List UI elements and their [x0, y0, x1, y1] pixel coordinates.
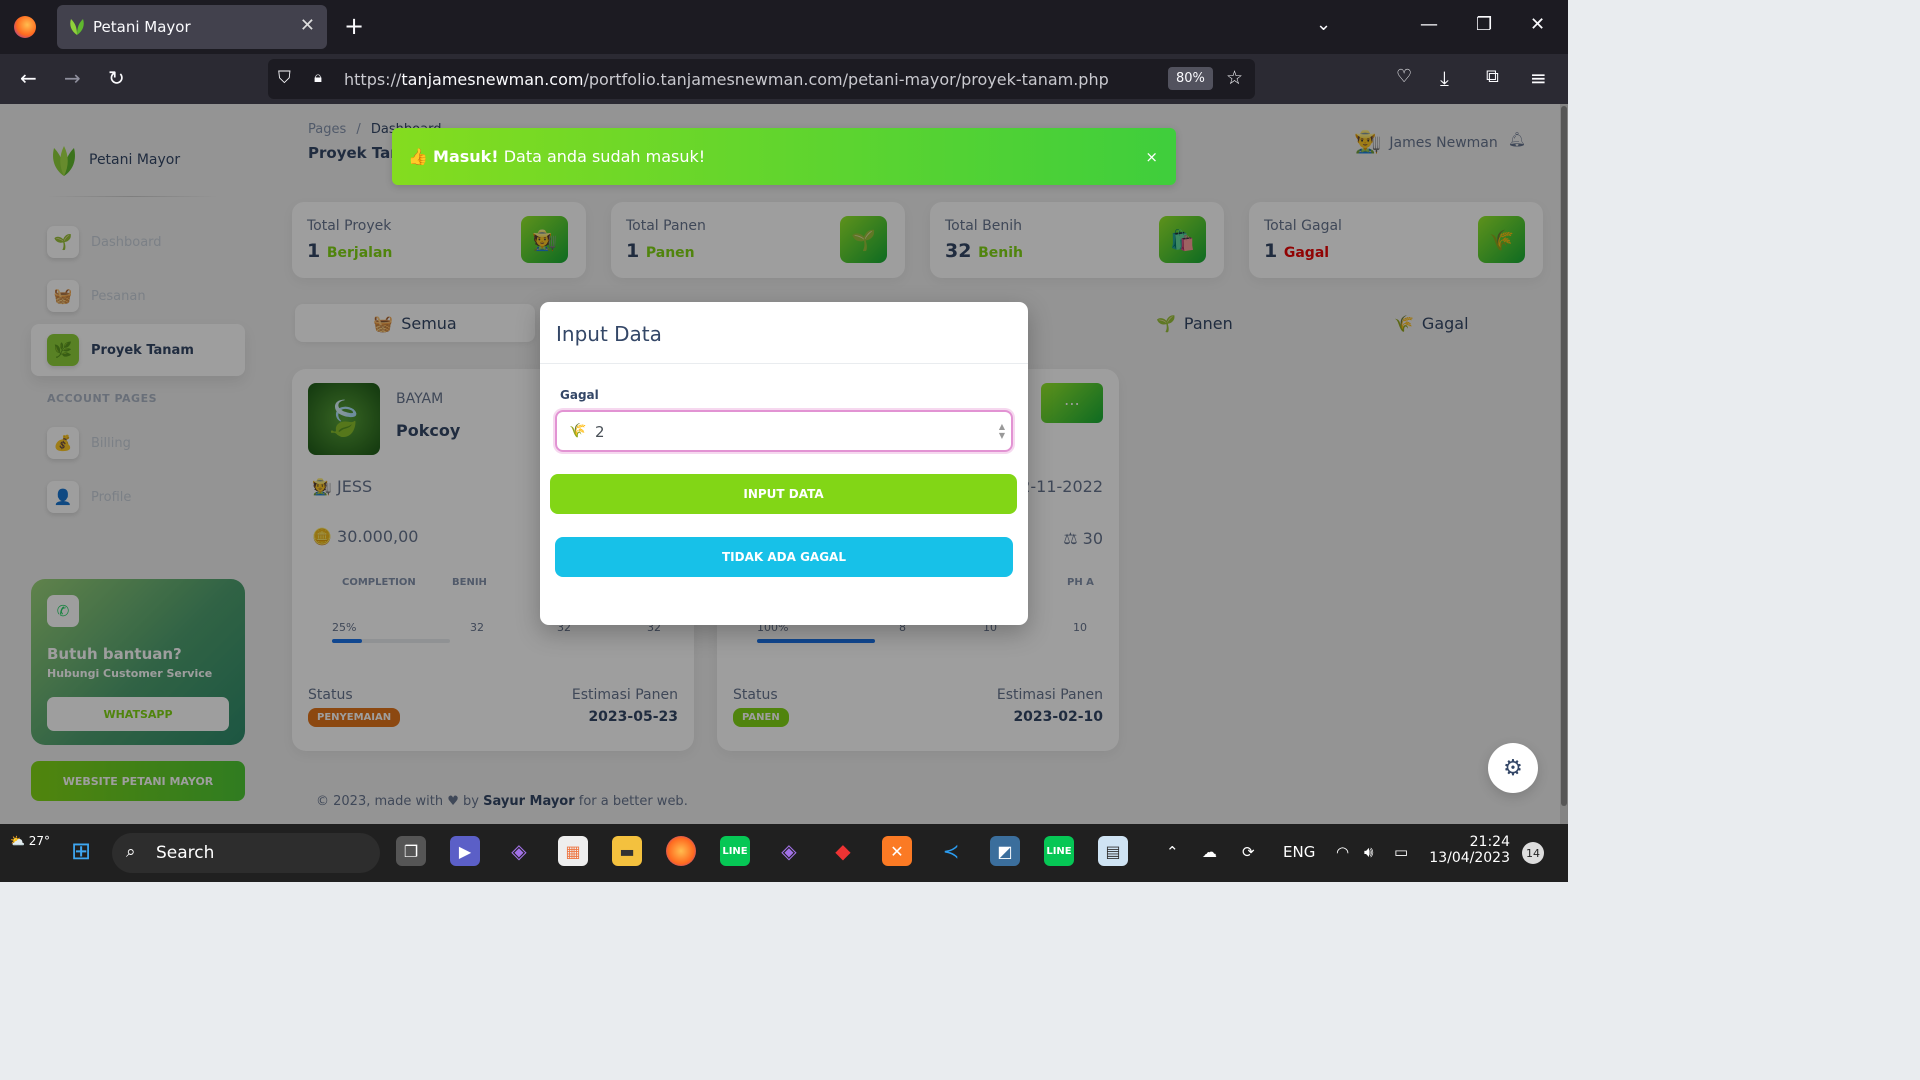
- tidak-ada-gagal-button[interactable]: TIDAK ADA GAGAL: [555, 537, 1013, 577]
- wifi-icon[interactable]: ◠: [1336, 843, 1349, 861]
- language-indicator[interactable]: ENG: [1283, 843, 1315, 861]
- show-hidden-icons-icon[interactable]: ⌃: [1166, 843, 1179, 861]
- gagal-number-input[interactable]: 🌾 2 ▲ ▼: [555, 410, 1013, 452]
- app-viewport: Petani Mayor 🌱 Dashboard 🧺 Pesanan 🌿 Pro…: [0, 104, 1568, 824]
- input-modal: Input Data Gagal 🌾 2 ▲ ▼ INPUT DATA TIDAK…: [540, 302, 1028, 625]
- wheat-icon: 🌾: [569, 423, 587, 439]
- extensions-icon[interactable]: ⧉: [1486, 66, 1499, 87]
- thumbs-up-icon: 👍: [408, 147, 428, 166]
- browser-tab-bar: Petani Mayor ✕ + ⌄ — ❐ ✕: [0, 0, 1568, 54]
- visual-studio-icon[interactable]: ◈: [504, 836, 534, 866]
- field-label: Gagal: [560, 388, 599, 402]
- list-tabs-icon[interactable]: ⌄: [1316, 14, 1331, 35]
- url-bar[interactable]: ⛉ 🔒︎ https://tanjamesnewman.com/portfoli…: [268, 59, 1255, 99]
- tab-title: Petani Mayor: [93, 18, 191, 36]
- clock[interactable]: 21:24 13/04/2023: [1428, 834, 1510, 866]
- browser-navbar: ← → ↻ ⛉ 🔒︎ https://tanjamesnewman.com/po…: [0, 54, 1568, 104]
- forward-icon[interactable]: →: [64, 66, 81, 90]
- reload-icon[interactable]: ↻: [108, 66, 125, 90]
- restore-icon[interactable]: ❐: [1476, 14, 1492, 35]
- file-explorer-icon[interactable]: ▬: [612, 836, 642, 866]
- paint-icon[interactable]: ▤: [1098, 836, 1128, 866]
- battery-icon[interactable]: ▭: [1394, 843, 1408, 861]
- browser-tab[interactable]: Petani Mayor ✕: [57, 5, 327, 49]
- onedrive-icon[interactable]: ☁: [1202, 843, 1217, 861]
- search-icon: ⌕: [126, 842, 136, 862]
- vscode-icon[interactable]: ≺: [936, 836, 966, 866]
- git-icon[interactable]: ◆: [828, 836, 858, 866]
- line-icon[interactable]: LINE: [720, 836, 750, 866]
- bookmark-star-icon[interactable]: ☆: [1226, 67, 1243, 89]
- line-icon[interactable]: LINE: [1044, 836, 1074, 866]
- alert-title: Masuk!: [433, 147, 499, 166]
- visual-studio-icon[interactable]: ◈: [774, 836, 804, 866]
- task-view-icon[interactable]: ❐: [396, 836, 426, 866]
- lock-icon[interactable]: 🔒︎: [314, 68, 322, 86]
- store-icon[interactable]: ▦: [558, 836, 588, 866]
- notification-count[interactable]: 14: [1522, 842, 1544, 864]
- alert-close-icon[interactable]: ×: [1145, 148, 1158, 166]
- new-tab-icon[interactable]: +: [344, 12, 364, 40]
- pocket-icon[interactable]: ♡: [1396, 66, 1412, 87]
- sync-icon[interactable]: ⟳: [1242, 843, 1255, 861]
- alert-message: Data anda sudah masuk!: [503, 147, 706, 166]
- success-alert: 👍 Masuk! Data anda sudah masuk! ×: [392, 128, 1176, 185]
- minimize-icon[interactable]: —: [1420, 14, 1438, 35]
- weather-widget[interactable]: ⛅ 27°: [10, 834, 50, 848]
- settings-gear-icon[interactable]: ⚙: [1488, 743, 1538, 793]
- download-icon[interactable]: ⤓: [1440, 66, 1449, 90]
- volume-icon[interactable]: 🔊︎: [1364, 843, 1373, 861]
- taskbar-search[interactable]: ⌕ Search: [112, 833, 380, 873]
- modal-divider: [540, 363, 1028, 364]
- firefox-logo-icon[interactable]: [14, 16, 36, 38]
- url-text[interactable]: https://tanjamesnewman.com/portfolio.tan…: [344, 70, 1109, 89]
- number-spinner-icon[interactable]: ▲ ▼: [999, 422, 1005, 440]
- menu-icon[interactable]: ≡: [1530, 66, 1547, 90]
- input-data-button[interactable]: INPUT DATA: [550, 474, 1017, 514]
- mysql-workbench-icon[interactable]: ◩: [990, 836, 1020, 866]
- windows-start-icon[interactable]: ⊞: [66, 836, 96, 866]
- xampp-icon[interactable]: ✕: [882, 836, 912, 866]
- close-window-icon[interactable]: ✕: [1530, 14, 1545, 35]
- back-icon[interactable]: ←: [20, 66, 37, 90]
- teams-icon[interactable]: ▶: [450, 836, 480, 866]
- modal-title: Input Data: [556, 322, 662, 346]
- gagal-input-value[interactable]: 2: [595, 423, 605, 441]
- firefox-taskbar-icon[interactable]: [666, 836, 696, 866]
- close-tab-icon[interactable]: ✕: [300, 15, 315, 36]
- zoom-level[interactable]: 80%: [1168, 67, 1213, 90]
- shield-icon[interactable]: ⛉: [278, 68, 291, 88]
- windows-taskbar: ⛅ 27° ⊞ ⌕ Search ❐ ▶ ◈ ▦ ▬ LINE ◈ ◆ ✕ ≺ …: [0, 824, 1568, 882]
- leaf-favicon-icon: [67, 17, 87, 39]
